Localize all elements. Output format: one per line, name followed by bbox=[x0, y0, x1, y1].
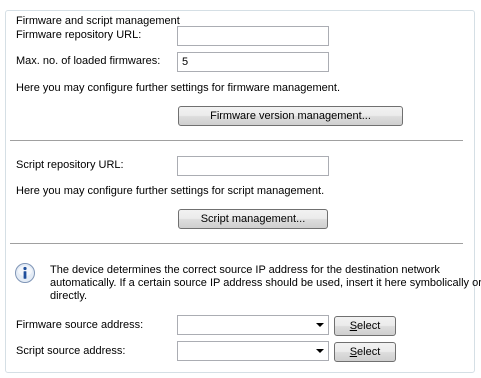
chevron-down-icon[interactable] bbox=[316, 349, 324, 353]
firmware-version-management-button[interactable]: Firmware version management... bbox=[178, 106, 403, 126]
divider bbox=[10, 243, 463, 244]
select-mnemonic: S bbox=[349, 320, 358, 332]
max-firmwares-label: Max. no. of loaded firmwares: bbox=[16, 55, 161, 67]
info-icon bbox=[15, 263, 35, 283]
group-title: Firmware and script management bbox=[14, 14, 182, 28]
firmware-source-select-button[interactable]: Select bbox=[334, 316, 396, 336]
script-management-button[interactable]: Script management... bbox=[178, 209, 328, 229]
firmware-hint: Here you may configure further settings … bbox=[16, 82, 341, 94]
select-label: elect bbox=[357, 346, 381, 358]
select-label: elect bbox=[357, 320, 381, 332]
script-source-combo[interactable] bbox=[177, 341, 329, 361]
max-firmwares-input[interactable] bbox=[177, 52, 329, 72]
firmware-repo-input[interactable] bbox=[177, 26, 329, 46]
info-line-1: The device determines the correct source… bbox=[50, 264, 440, 276]
chevron-down-icon[interactable] bbox=[316, 323, 324, 327]
divider bbox=[10, 140, 463, 141]
firmware-source-label: Firmware source address: bbox=[16, 319, 144, 331]
info-line-2: automatically. If a certain source IP ad… bbox=[50, 277, 481, 289]
firmware-repo-label: Firmware repository URL: bbox=[16, 29, 142, 41]
script-source-select-button[interactable]: Select bbox=[334, 342, 396, 362]
script-repo-input[interactable] bbox=[177, 156, 329, 176]
info-line-3: directly. bbox=[50, 290, 88, 302]
select-mnemonic: S bbox=[349, 346, 358, 358]
script-source-label: Script source address: bbox=[16, 345, 126, 357]
firmware-source-combo[interactable] bbox=[177, 315, 329, 335]
script-repo-label: Script repository URL: bbox=[16, 159, 124, 171]
script-hint: Here you may configure further settings … bbox=[16, 185, 325, 197]
